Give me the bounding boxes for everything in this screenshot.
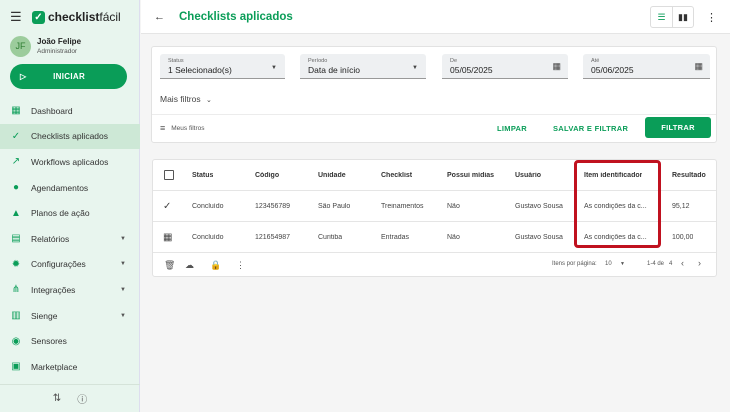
sidebar-item-relatórios[interactable]: ▤ Relatórios ▼ [0,226,140,252]
more-vert-icon[interactable]: ⋮ [236,260,245,271]
date-to-field[interactable]: Até 05/06/2025 ▦ [583,54,710,79]
chevron-down-icon: ▼ [412,65,418,71]
sidebar: ☰ ✓ checklistfácil JF João Felipe Admini… [0,0,140,412]
select-all-checkbox[interactable] [164,170,174,180]
logo: ✓ checklistfácil [32,10,121,24]
chevron-down-icon: ⌄ [206,97,212,104]
clear-button[interactable]: LIMPAR [497,124,527,133]
chevron-down-icon[interactable]: ▼ [620,261,625,267]
sidebar-item-configurações[interactable]: ✹ Configurações ▼ [0,252,140,278]
chevron-down-icon: ▼ [271,65,277,71]
sidebar-item-sienge[interactable]: ▥ Sienge ▼ [0,303,140,329]
page-total: 4 [669,261,673,267]
caret-down-icon: ▼ [120,286,126,293]
check-icon: ✓ [163,200,172,212]
calendar-icon[interactable]: ▦ [694,61,703,72]
cloud-download-icon[interactable]: ☁ [185,260,194,271]
warning-icon: ▲ [11,207,21,219]
filter-button[interactable]: FILTRAR [645,117,711,138]
dashboard-icon: ▦ [11,105,21,117]
column-header[interactable]: Resultado [672,172,706,179]
clock-icon: ● [12,182,20,194]
back-arrow-icon[interactable]: ← [154,11,165,23]
sidebar-nav: ▦ Dashboard ✓ Checklists aplicados ↗ Workflow… [0,98,140,380]
page-title: Checklists aplicados [179,10,293,23]
play-icon: ▷ [20,72,27,81]
help-icon[interactable]: ⓘ [77,391,87,406]
caret-down-icon: ▼ [120,312,126,319]
sidebar-item-integrações[interactable]: ⋔ Integrações ▼ [0,277,140,303]
sensor-icon: ◉ [11,335,21,347]
user-role: Administrador [37,48,78,55]
my-filters-button[interactable]: ≡ Meus filtros [160,123,205,133]
swap-icon[interactable]: ⇅ [53,393,61,404]
start-button[interactable]: ▷ INICIAR [10,64,127,89]
items-per-page-label: Itens por página: [552,261,597,267]
results-table: Status Código Unidade Checklist Possui m… [152,159,717,277]
logo-check-icon: ✓ [32,10,45,24]
filters-panel: Status 1 Selecionado(s) ▼ Período Data d… [151,46,717,143]
user-name: João Felipe [37,37,82,46]
sidebar-item-workflows-aplicados[interactable]: ↗ Workflows aplicados [0,149,140,175]
view-toggle: ☰ ▮▮ [650,6,694,28]
gear-icon: ✹ [11,258,21,270]
table-footer: 🗑 ☁ 🔒 ⋮ Itens por página: 10 ▼ 1-4 de 4 … [153,255,716,277]
trending-icon: ↗ [11,156,21,168]
calendar-icon: ▦ [163,231,173,243]
chart-view-icon[interactable]: ▮▮ [672,7,693,27]
user-profile[interactable]: JF João Felipe Administrador [0,34,139,58]
sidebar-header: ☰ ✓ checklistfácil [0,0,139,34]
sidebar-item-sensores[interactable]: ◉ Sensores [0,328,140,354]
lock-icon[interactable]: 🔒 [210,260,221,271]
check-icon: ✓ [11,130,21,142]
sidebar-item-dashboard[interactable]: ▦ Dashboard [0,98,140,124]
column-header[interactable]: Usuário [515,172,541,179]
trash-icon[interactable]: 🗑 [164,260,175,271]
building-icon: ▥ [11,310,21,322]
logo-text: checklistfácil [48,10,121,24]
list-view-icon[interactable]: ☰ [651,7,672,27]
page-range: 1-4 de [647,261,665,267]
caret-down-icon: ▼ [120,235,126,242]
sidebar-footer: ⇅ ⓘ [0,384,140,412]
column-header[interactable]: Possui mídias [447,172,494,179]
sidebar-item-planos-de-ação[interactable]: ▲ Planos de ação [0,200,140,226]
column-header[interactable]: Status [192,172,213,179]
more-options-icon[interactable]: ⋮ [706,11,717,24]
calendar-icon[interactable]: ▦ [552,61,561,72]
hub-icon: ⋔ [11,284,21,296]
save-and-filter-button[interactable]: SALVAR E FILTRAR [553,124,628,133]
chevron-right-icon[interactable]: › [698,258,701,268]
avatar: JF [10,35,31,57]
clipboard-icon: ▤ [11,233,21,245]
sidebar-item-agendamentos[interactable]: ● Agendamentos [0,175,140,201]
period-select[interactable]: Período Data de início ▼ [300,54,426,79]
bag-icon: ▣ [11,361,21,373]
sidebar-item-marketplace[interactable]: ▣ Marketplace [0,354,140,380]
caret-down-icon: ▼ [120,261,126,268]
sidebar-item-checklists-aplicados[interactable]: ✓ Checklists aplicados [0,123,140,150]
column-header[interactable]: Código [255,172,279,179]
status-select[interactable]: Status 1 Selecionado(s) ▼ [160,54,285,79]
column-header[interactable]: Checklist [381,172,412,179]
date-from-field[interactable]: De 05/05/2025 ▦ [442,54,568,79]
page-header: ← Checklists aplicados ☰ ▮▮ ⋮ [141,0,730,34]
items-per-page-select[interactable]: 10 [605,261,612,267]
more-filters-toggle[interactable]: Mais filtros ⌄ [160,94,212,104]
menu-icon[interactable]: ☰ [10,9,24,25]
column-header[interactable]: Unidade [318,172,346,179]
chevron-left-icon[interactable]: ‹ [681,258,684,268]
item-identifier-highlight [574,160,661,248]
filter-list-icon: ≡ [160,123,166,133]
divider [152,114,716,115]
